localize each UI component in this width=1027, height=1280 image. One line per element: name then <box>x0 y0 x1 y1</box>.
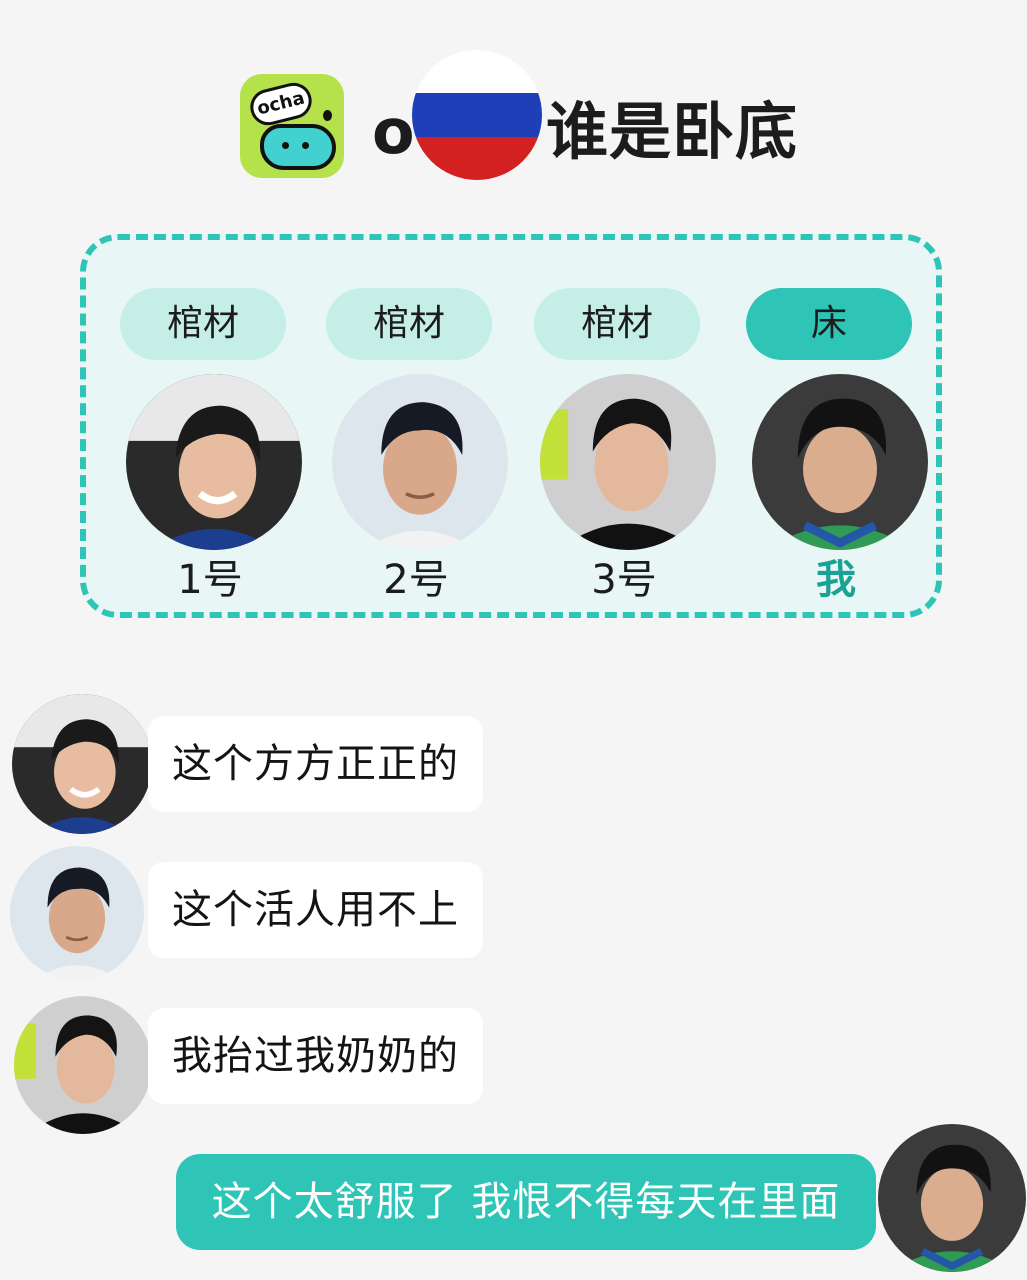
role-pill: 棺材 <box>534 288 700 360</box>
avatar[interactable] <box>12 694 152 834</box>
header: ocha o 谁是卧底 <box>0 50 1027 210</box>
avatar[interactable] <box>752 374 928 550</box>
flag-band-red <box>412 136 542 180</box>
role-pill: 床 <box>746 288 912 360</box>
player-1[interactable]: 棺材 1号 <box>100 240 310 612</box>
portrait-3-icon <box>540 374 716 550</box>
role-pill: 棺材 <box>120 288 286 360</box>
logo-mascot <box>260 124 336 170</box>
portrait-me-icon <box>752 374 928 550</box>
avatar[interactable] <box>540 374 716 550</box>
player-label: 1号 <box>177 557 243 603</box>
portrait-3-icon <box>14 996 152 1134</box>
mascot-eye <box>302 142 309 149</box>
logo-drop <box>323 110 332 121</box>
logo-text: ocha <box>246 79 316 129</box>
ocha-logo-icon[interactable]: ocha <box>240 74 344 178</box>
portrait-2-icon <box>332 374 508 550</box>
message-bubble: 这个方方正正的 <box>148 716 483 812</box>
title-text: 谁是卧底 <box>546 95 799 168</box>
portrait-2-icon <box>10 846 144 980</box>
player-label: 2号 <box>383 557 449 603</box>
role-pill: 棺材 <box>326 288 492 360</box>
message-bubble: 我抬过我奶奶的 <box>148 1008 483 1104</box>
player-label-me: 我 <box>816 557 856 603</box>
message-bubble: 这个活人用不上 <box>148 862 483 958</box>
portrait-1-icon <box>12 694 152 834</box>
player-2[interactable]: 棺材 2号 <box>306 240 516 612</box>
portrait-1-icon <box>126 374 302 550</box>
portrait-me-icon <box>878 1124 1026 1272</box>
mascot-eye <box>282 142 289 149</box>
avatar[interactable] <box>10 846 144 980</box>
avatar[interactable] <box>14 996 152 1134</box>
flag-sticker-icon <box>412 50 542 180</box>
avatar[interactable] <box>332 374 508 550</box>
avatar[interactable] <box>126 374 302 550</box>
player-3[interactable]: 棺材 3号 <box>514 240 724 612</box>
player-me[interactable]: 床 我 <box>726 240 936 612</box>
player-label: 3号 <box>591 557 657 603</box>
flag-band-blue <box>412 93 542 137</box>
avatar-me[interactable] <box>878 1124 1026 1272</box>
my-message-bubble: 这个太舒服了 我恨不得每天在里面 <box>176 1154 876 1250</box>
players-card: 棺材 1号 棺材 2号 棺材 3号 床 我 <box>80 234 942 618</box>
flag-band-white <box>412 50 542 94</box>
